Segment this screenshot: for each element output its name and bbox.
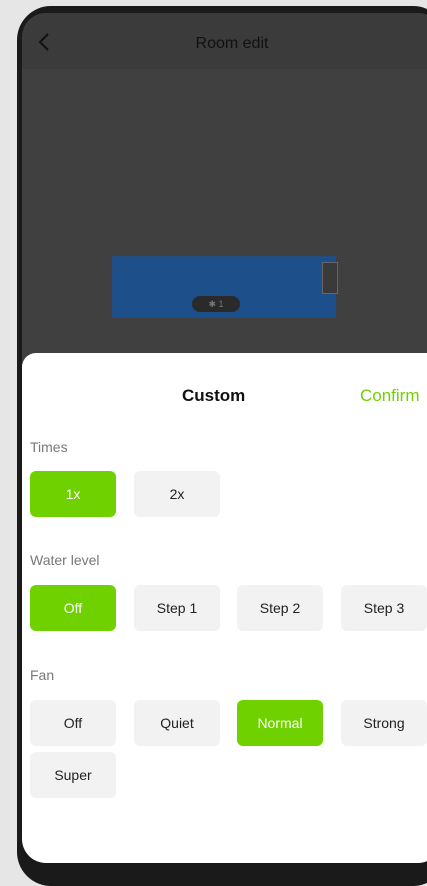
water-option-step-1[interactable]: Step 1: [134, 585, 220, 631]
custom-bottom-sheet: Custom Confirm Times 1x 2x Water level O…: [22, 353, 427, 863]
times-label: Times: [30, 439, 68, 455]
map-area: [22, 69, 427, 369]
fan-option-normal[interactable]: Normal: [237, 700, 323, 746]
top-bar: Room edit: [22, 13, 427, 69]
room-map-extension: [322, 262, 338, 294]
page-title: Room edit: [195, 35, 269, 52]
times-option-1x[interactable]: 1x: [30, 471, 116, 517]
fan-option-strong[interactable]: Strong: [341, 700, 427, 746]
water-option-step-3[interactable]: Step 3: [341, 585, 427, 631]
room-badge: ✱ 1: [192, 296, 240, 312]
water-option-off[interactable]: Off: [30, 585, 116, 631]
water-option-step-2[interactable]: Step 2: [237, 585, 323, 631]
fan-label: Fan: [30, 667, 55, 683]
app-screen: Room edit ✱ 1 Custom Confirm Times 1x 2x…: [22, 13, 427, 863]
sheet-title: Custom: [182, 386, 246, 405]
fan-option-quiet[interactable]: Quiet: [134, 700, 220, 746]
fan-option-super[interactable]: Super: [30, 752, 116, 798]
fan-option-off[interactable]: Off: [30, 700, 116, 746]
water-level-label: Water level: [30, 552, 100, 568]
times-option-2x[interactable]: 2x: [134, 471, 220, 517]
confirm-button[interactable]: Confirm: [360, 386, 420, 406]
